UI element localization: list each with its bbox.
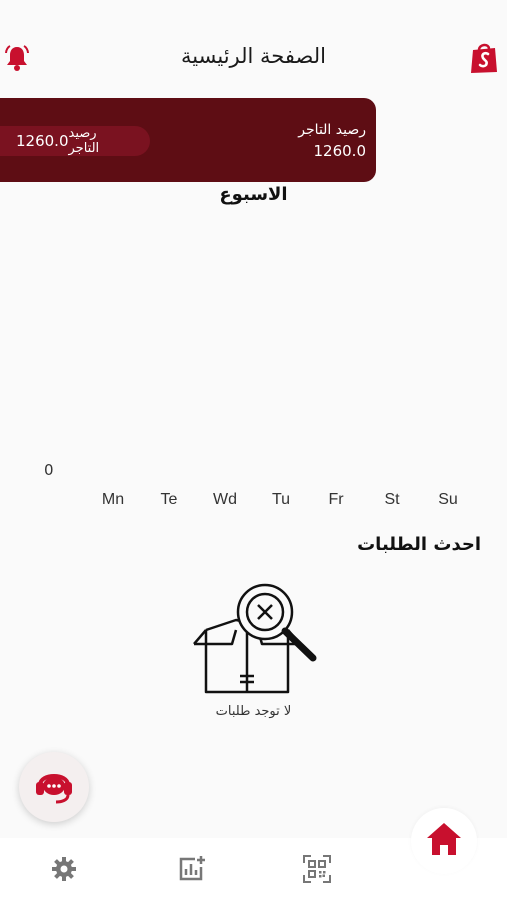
week-title: الاسبوع [219, 184, 288, 205]
day-label: Su [438, 491, 458, 508]
day-label: St [384, 491, 400, 508]
support-headset-icon [32, 765, 76, 809]
axis-zero-label: 0 [44, 461, 54, 479]
pill-amount: 1260.0 [16, 132, 69, 150]
balance-amount: 1260.0 [313, 142, 367, 160]
balance-label: رصيد التاجر [298, 122, 366, 138]
balance-pill: 1260.0 رصيد التاجر [0, 126, 150, 156]
day-label: Tu [271, 491, 291, 508]
day-label: Mn [101, 491, 125, 508]
home-screen: الصفحة الرئيسية 1260.0 رصيد التاجر رصيد … [0, 0, 507, 900]
latest-orders-title: احدث الطلبات [357, 534, 481, 555]
home-button[interactable] [411, 808, 477, 874]
day-label: Te [160, 491, 178, 508]
home-icon [425, 821, 463, 861]
day-label: Wd [213, 491, 237, 508]
qr-scan-icon[interactable] [302, 854, 332, 884]
empty-box-search-icon [190, 580, 320, 700]
day-label: Fr [328, 491, 344, 508]
support-button[interactable] [19, 752, 89, 822]
shopping-bag-icon[interactable] [469, 40, 499, 74]
pill-label: رصيد التاجر [68, 126, 100, 156]
add-chart-icon[interactable] [176, 854, 206, 884]
balance-card: 1260.0 رصيد التاجر رصيد التاجر 1260.0 [0, 98, 376, 182]
empty-orders-text: لا توجد طلبات [215, 704, 292, 719]
page-title: الصفحة الرئيسية [181, 44, 326, 68]
gear-icon[interactable] [49, 854, 79, 884]
